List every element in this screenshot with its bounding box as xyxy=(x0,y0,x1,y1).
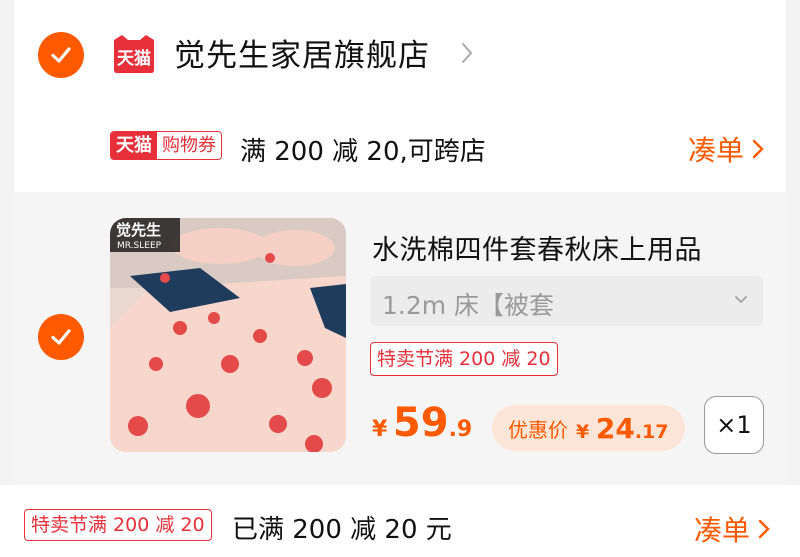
check-icon xyxy=(51,47,71,63)
coudan-label: 凑单 xyxy=(694,514,751,547)
discount-price-pill: 优惠价 ¥ 24.17 xyxy=(492,405,685,451)
chevron-down-icon xyxy=(735,296,747,304)
discount-label: 优惠价 xyxy=(508,417,568,442)
sku-text: 1.2m 床【被套 xyxy=(382,291,555,320)
product-title[interactable]: 水洗棉四件套春秋床上用品 xyxy=(372,228,702,267)
coupon-row: 天猫 购物券 满 200 减 20,可跨店 凑单 xyxy=(14,115,786,179)
bedding-photo: 觉先生 MR.SLEEP xyxy=(110,218,346,452)
tmall-coupon-badge: 天猫 购物券 xyxy=(110,131,222,160)
item-select-checkbox[interactable] xyxy=(38,314,84,360)
footer-coudan-button[interactable]: 凑单 xyxy=(694,509,770,549)
svg-text:MR.SLEEP: MR.SLEEP xyxy=(117,241,162,251)
price-integer: 59 xyxy=(392,400,449,446)
promo-footer: 特卖节满 200 减 20 已满 200 减 20 元 凑单 xyxy=(0,485,800,557)
quantity-button[interactable]: ×1 xyxy=(704,396,764,454)
tmall-logo-icon: 天猫 xyxy=(114,35,154,73)
store-name[interactable]: 觉先生家居旗舰店 xyxy=(174,30,430,75)
discount-integer: 24 xyxy=(595,411,635,445)
coupon-text: 满 200 减 20,可跨店 xyxy=(240,137,486,167)
svg-text:觉先生: 觉先生 xyxy=(116,221,161,239)
sku-selector[interactable]: 1.2m 床【被套 xyxy=(370,276,763,326)
chevron-right-icon xyxy=(752,139,764,159)
discount-decimal: .17 xyxy=(634,420,669,443)
chevron-right-icon xyxy=(758,519,770,539)
price-decimal: .9 xyxy=(448,417,473,442)
svg-text:天猫: 天猫 xyxy=(117,48,151,69)
promo-badge: 特卖节满 200 减 20 xyxy=(370,342,558,376)
footer-promo-badge: 特卖节满 200 减 20 xyxy=(24,509,212,541)
coupon-badge-type: 购物券 xyxy=(157,132,221,159)
discount-amount: ¥ 24.17 xyxy=(576,412,669,445)
item-price: ¥ 59.9 xyxy=(372,400,472,446)
coudan-label: 凑单 xyxy=(688,134,745,167)
footer-status-text: 已满 200 减 20 元 xyxy=(232,515,452,545)
coupon-coudan-button[interactable]: 凑单 xyxy=(688,129,764,169)
store-header: 天猫 觉先生家居旗舰店 xyxy=(14,0,786,110)
price-symbol: ¥ xyxy=(372,417,388,442)
product-image[interactable]: 觉先生 MR.SLEEP xyxy=(110,218,346,452)
store-select-checkbox[interactable] xyxy=(38,32,84,78)
cart-item: 觉先生 MR.SLEEP 水洗棉四件套春秋床上用品 1.2m 床【被套 特卖节满… xyxy=(14,192,786,490)
chevron-right-icon[interactable] xyxy=(460,40,474,66)
coupon-badge-brand: 天猫 xyxy=(111,132,157,159)
check-icon xyxy=(51,329,71,345)
store-card: 天猫 觉先生家居旗舰店 天猫 购物券 满 200 减 20,可跨店 凑单 觉先生… xyxy=(14,0,786,490)
discount-symbol: ¥ xyxy=(576,420,590,443)
